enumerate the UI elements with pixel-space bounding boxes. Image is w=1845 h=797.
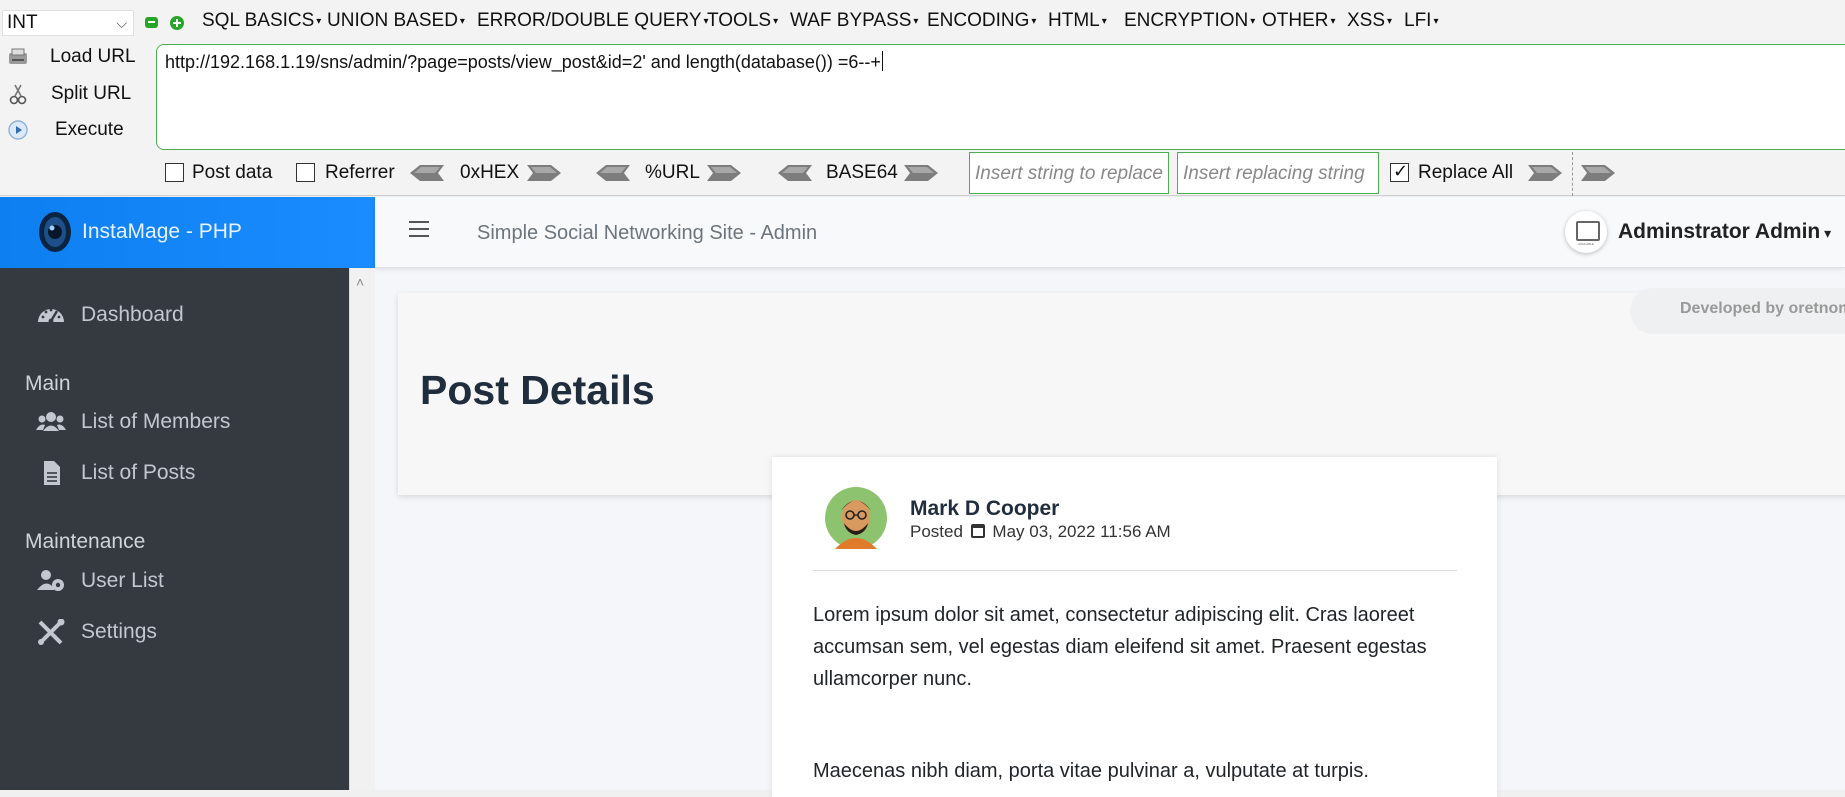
brand-link[interactable]: InstaMage - PHP <box>0 197 375 268</box>
post-data-label: Post data <box>192 162 273 183</box>
brand-name: InstaMage - PHP <box>82 220 242 243</box>
site-title: Simple Social Networking Site - Admin <box>477 222 818 244</box>
author-name[interactable]: Mark D Cooper <box>910 497 1059 521</box>
chevron-down-icon: ⌵ <box>116 15 127 31</box>
hex-decode-arrow-icon[interactable] <box>410 164 444 182</box>
menu-tools[interactable]: TOOLS <box>707 10 778 32</box>
sidebar-item-user-list[interactable]: User List <box>0 561 349 601</box>
referrer-checkbox[interactable] <box>296 163 315 182</box>
sidebar-item-label: Settings <box>81 620 157 643</box>
author-avatar <box>825 487 887 549</box>
sidebar-scrollbar[interactable]: ˄ <box>349 268 375 790</box>
sidebar-item-posts[interactable]: List of Posts <box>0 453 349 493</box>
avatar <box>1565 211 1607 253</box>
posted-label: Posted <box>910 522 963 541</box>
sidebar-item-label: User List <box>81 569 164 592</box>
post-card: Mark D Cooper Posted May 03, 2022 11:56 … <box>772 457 1497 797</box>
replace-go-arrow-icon[interactable] <box>1528 164 1562 182</box>
split-url-button[interactable]: Split URL <box>0 77 150 111</box>
referrer-label: Referrer <box>325 162 395 183</box>
base64-encode-arrow-icon[interactable] <box>904 164 938 182</box>
base64-label: BASE64 <box>826 162 898 183</box>
tachometer-icon <box>38 308 64 324</box>
next-arrow-icon[interactable] <box>1581 164 1615 182</box>
users-icon <box>36 412 66 431</box>
hackbar-toolbar: INT ⌵ SQL BASICS UNION BASED ERROR/DOUBL… <box>0 0 1845 196</box>
execute-button[interactable]: Execute <box>0 113 150 147</box>
sidebar-section-maintenance: Maintenance <box>25 530 146 553</box>
base64-decode-arrow-icon[interactable] <box>778 164 812 182</box>
hackbar-options-row: Post data Referrer 0xHEX %URL BASE64 Ins… <box>0 152 1845 196</box>
post-paragraph: Maecenas nibh diam, porta vitae pulvinar… <box>813 760 1369 782</box>
sidebar-item-label: List of Posts <box>81 461 196 484</box>
menu-xss[interactable]: XSS <box>1347 10 1392 32</box>
load-url-icon <box>9 48 27 64</box>
sidebar-item-label: List of Members <box>81 410 231 433</box>
url-encoding-label: %URL <box>645 162 700 183</box>
load-url-button[interactable]: Load URL <box>0 40 150 74</box>
eye-logo-icon <box>39 212 71 252</box>
scissors-icon <box>9 84 27 105</box>
sidebar: Dashboard Main List of Members List of P… <box>0 268 349 790</box>
replacing-string-input[interactable]: Insert replacing string <box>1177 152 1379 194</box>
sidebar-item-settings[interactable]: Settings <box>0 612 349 652</box>
file-text-icon <box>44 461 60 485</box>
hex-label: 0xHEX <box>460 162 520 183</box>
sidebar-item-members[interactable]: List of Members <box>0 402 349 442</box>
plus-icon[interactable] <box>170 16 184 30</box>
replace-all-checkbox[interactable] <box>1390 161 1409 182</box>
menu-union-based[interactable]: UNION BASED <box>327 10 465 32</box>
menu-other[interactable]: OTHER <box>1262 10 1336 32</box>
load-url-label: Load URL <box>50 46 136 67</box>
menu-html[interactable]: HTML <box>1048 10 1107 32</box>
post-data-checkbox[interactable] <box>165 163 184 182</box>
calendar-icon <box>970 524 985 538</box>
url-text: http://192.168.1.19/sns/admin/?page=post… <box>165 52 881 72</box>
text-cursor <box>881 51 883 71</box>
execute-label: Execute <box>55 119 124 140</box>
chevron-up-icon[interactable]: ˄ <box>356 274 364 290</box>
split-url-label: Split URL <box>51 83 132 104</box>
injection-type-select[interactable]: INT ⌵ <box>2 10 134 36</box>
post-meta: Posted May 03, 2022 11:56 AM <box>910 522 1171 542</box>
injection-type-value: INT <box>7 12 38 33</box>
hex-encode-arrow-icon[interactable] <box>527 164 561 182</box>
top-navbar: Simple Social Networking Site - Admin Ad… <box>375 197 1845 268</box>
minus-icon[interactable] <box>145 17 158 28</box>
replace-string-input[interactable]: Insert string to replace <box>969 152 1169 194</box>
user-menu[interactable]: Adminstrator Admin <box>1565 211 1845 255</box>
divider <box>813 570 1457 571</box>
menu-lfi[interactable]: LFI <box>1404 10 1438 32</box>
menu-encoding[interactable]: ENCODING <box>927 10 1036 32</box>
menu-sql-basics[interactable]: SQL BASICS <box>202 10 321 32</box>
hamburger-menu-icon[interactable] <box>409 221 429 239</box>
page-title: Post Details <box>420 367 655 413</box>
post-paragraph: Lorem ipsum dolor sit amet, consectetur … <box>813 604 1427 690</box>
user-name: Adminstrator Admin <box>1618 220 1831 244</box>
divider <box>1572 152 1573 196</box>
replace-all-label: Replace All <box>1418 162 1514 183</box>
users-cog-icon <box>37 570 64 591</box>
sidebar-section-main: Main <box>25 372 71 395</box>
menu-encryption[interactable]: ENCRYPTION <box>1124 10 1255 32</box>
play-icon <box>8 120 28 140</box>
admin-app: InstaMage - PHP Simple Social Networking… <box>0 197 1845 797</box>
developer-credit: Developed by oretnom <box>1630 288 1845 334</box>
url-decode-arrow-icon[interactable] <box>596 164 630 182</box>
url-encode-arrow-icon[interactable] <box>707 164 741 182</box>
menu-waf-bypass[interactable]: WAF BYPASS <box>790 10 918 32</box>
url-textarea[interactable]: http://192.168.1.19/sns/admin/?page=post… <box>156 44 1845 150</box>
sidebar-item-label: Dashboard <box>81 303 184 326</box>
menu-error-double-query[interactable]: ERROR/DOUBLE QUERY <box>477 10 709 32</box>
sidebar-item-dashboard[interactable]: Dashboard <box>0 295 349 335</box>
tools-icon <box>38 619 65 645</box>
post-date: May 03, 2022 11:56 AM <box>992 522 1171 541</box>
